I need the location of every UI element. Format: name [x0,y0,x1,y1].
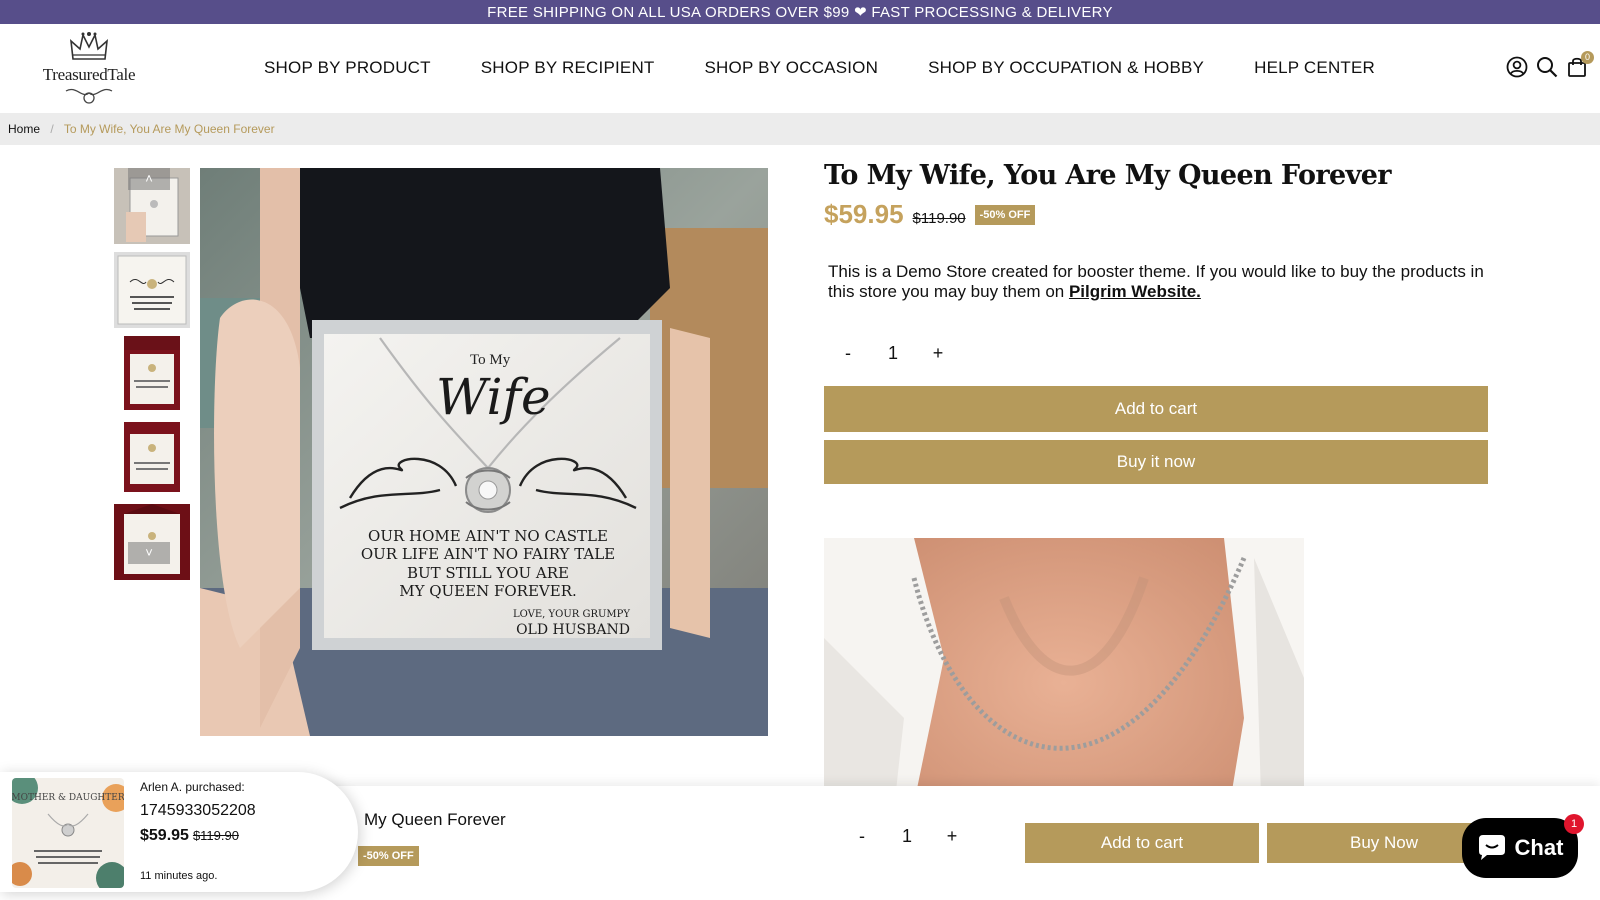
popup-product-name: 1745933052208 [140,802,256,819]
chat-label: Chat [1514,835,1564,860]
thumbnail-gallery: ˄ ˅ [114,168,190,588]
brand-name: TreasuredTale [42,65,136,84]
quantity-plus-button[interactable]: + [918,343,958,364]
card-wife: Wife [436,368,551,426]
card-line-1: OUR HOME AIN'T NO CASTLE [368,527,608,545]
main-product-image[interactable]: To My Wife OUR HOME AIN'T NO CASTLE OUR … [200,168,768,736]
breadcrumb-home[interactable]: Home [8,122,40,136]
cart-count-badge: 0 [1581,51,1594,64]
thumbnail-4[interactable] [114,420,190,496]
card-line-3: BUT STILL YOU ARE [407,564,569,582]
add-to-cart-button[interactable]: Add to cart [824,386,1488,432]
account-icon[interactable] [1506,56,1528,78]
chat-notification-badge: 1 [1564,814,1584,834]
quantity-input[interactable]: 1 [868,343,918,364]
compare-price: $119.90 [912,210,966,227]
search-icon[interactable] [1536,56,1558,78]
buy-it-now-button[interactable]: Buy it now [824,440,1488,484]
price-row: $59.95 $119.90 -50% OFF [824,199,1036,230]
sticky-quantity-stepper: - 1 + [842,826,972,847]
chat-bubble-icon [1478,835,1505,860]
popup-buyer: Arlen A. purchased: [140,780,245,794]
quantity-stepper: - 1 + [828,343,958,364]
thumbnail-3[interactable] [114,336,190,412]
nav-shop-by-product[interactable]: SHOP BY PRODUCT [264,58,431,78]
product-price: $59.95 [824,199,904,229]
sticky-add-to-cart-button[interactable]: Add to cart [1025,823,1259,863]
nav-shop-by-occasion[interactable]: SHOP BY OCCASION [705,58,879,78]
card-line-2: OUR LIFE AIN'T NO FAIRY TALE [361,545,615,563]
logo[interactable]: TreasuredTale [26,31,152,107]
pilgrim-website-link[interactable]: Pilgrim Website. [1069,282,1201,301]
popup-price: $59.95 [140,827,189,844]
site-header: TreasuredTale SHOP BY PRODUCT SHOP BY RE… [0,24,1600,113]
popup-product-image: MOTHER & DAUGHTER [12,778,124,888]
popup-compare-price: $119.90 [192,828,239,843]
card-to-my: To My [470,352,511,368]
thumbnail-down-arrow[interactable]: ˅ [128,542,170,564]
main-nav: SHOP BY PRODUCT SHOP BY RECIPIENT SHOP B… [264,58,1425,78]
crown-icon [69,32,109,60]
sticky-quantity-plus-button[interactable]: + [932,826,972,847]
announcement-text: FREE SHIPPING ON ALL USA ORDERS OVER $99… [487,4,1113,21]
thumbnail-2[interactable] [114,252,190,328]
breadcrumb-current: To My Wife, You Are My Queen Forever [63,122,275,136]
breadcrumb: Home / To My Wife, You Are My Queen Fore… [0,113,1600,145]
card-sign-2: OLD HUSBAND [516,622,630,638]
announcement-bar: FREE SHIPPING ON ALL USA ORDERS OVER $99… [0,0,1600,24]
nav-shop-by-recipient[interactable]: SHOP BY RECIPIENT [481,58,655,78]
quantity-minus-button[interactable]: - [828,343,868,364]
popup-time: 11 minutes ago. [140,870,218,882]
thumbnail-up-arrow[interactable]: ˄ [128,168,170,190]
discount-badge: -50% OFF [974,204,1036,225]
flourish-icon [65,88,113,104]
card-sign-1: LOVE, YOUR GRUMPY [513,609,630,620]
chat-button[interactable]: Chat [1462,818,1578,878]
header-icons: 0 [1506,51,1594,78]
nav-shop-by-occupation-hobby[interactable]: SHOP BY OCCUPATION & HOBBY [928,58,1204,78]
popup-price-row: $59.95 $119.90 [140,827,239,845]
cart-icon[interactable]: 0 [1566,51,1594,78]
sticky-quantity-minus-button[interactable]: - [842,826,882,847]
breadcrumb-separator: / [50,122,54,136]
product-title: To My Wife, You Are My Queen Forever [824,160,1392,191]
nav-help-center[interactable]: HELP CENTER [1254,58,1375,78]
sticky-product-title: My Queen Forever [364,810,506,829]
sticky-discount-badge: -50% OFF [358,846,419,866]
card-line-4: MY QUEEN FOREVER. [399,582,577,600]
recent-purchase-popup[interactable]: MOTHER & DAUGHTER Arlen A. purchased: 17… [0,772,358,892]
product-description: This is a Demo Store created for booster… [828,262,1488,302]
sticky-quantity-input[interactable]: 1 [882,826,932,847]
popup-image-text: MOTHER & DAUGHTER [12,793,124,803]
